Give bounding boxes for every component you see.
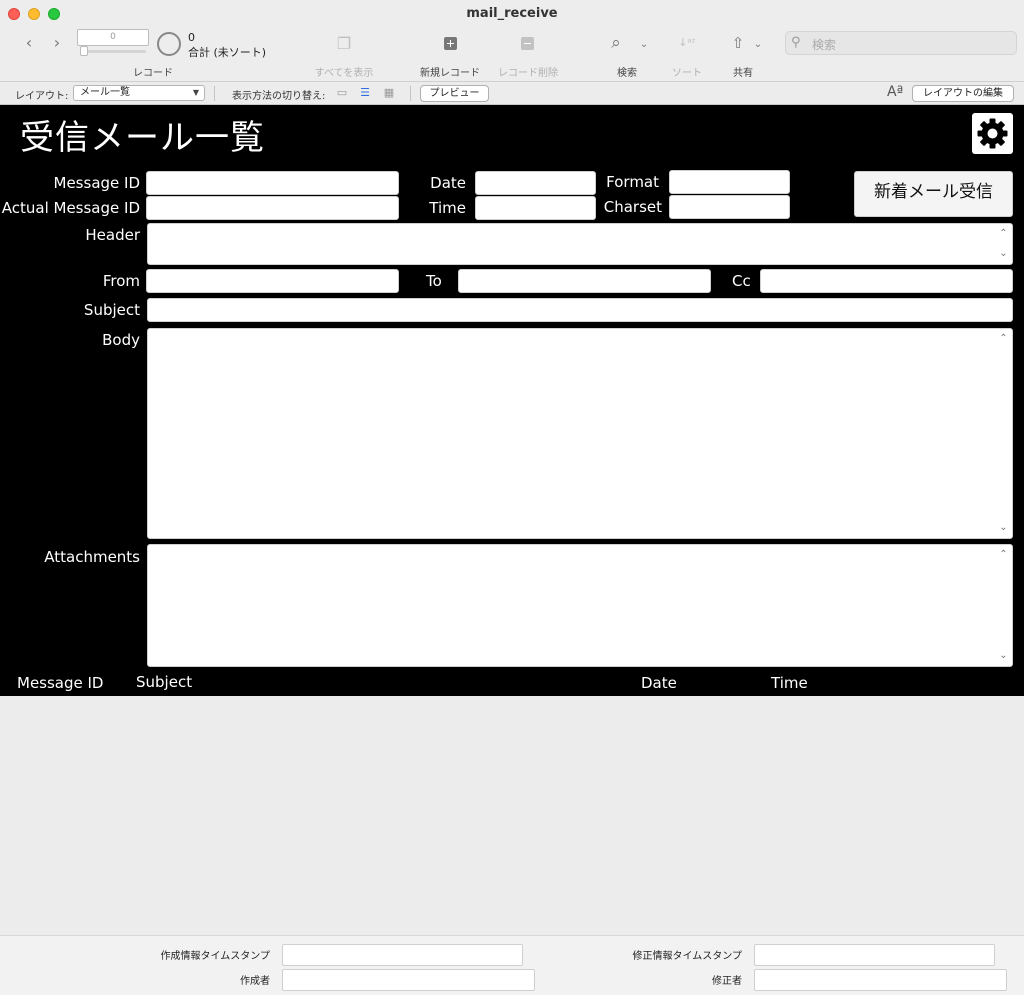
body-field[interactable]: ⌃ ⌄ <box>147 328 1013 539</box>
chevron-down-icon: ▼ <box>192 88 199 97</box>
show-all-icon: ❐ <box>336 34 352 53</box>
chevron-left-icon[interactable]: ‹ <box>20 33 38 53</box>
minus-icon <box>521 37 534 50</box>
page-title: 受信メール一覧 <box>20 118 265 158</box>
list-header-time: Time <box>771 674 808 692</box>
list-header-subject: Subject <box>136 673 193 691</box>
view-switch-label: 表示方法の切り替え: <box>232 91 326 102</box>
show-all-button[interactable]: すべてを表示 <box>304 64 384 79</box>
sort-button[interactable]: ソート <box>662 64 712 79</box>
cc-field[interactable] <box>760 269 1013 293</box>
chevron-right-icon[interactable]: › <box>48 33 66 53</box>
time-label: Time <box>429 199 466 217</box>
layout-select[interactable]: メール一覧 ▼ <box>73 85 205 101</box>
attachments-label: Attachments <box>44 548 140 566</box>
charset-label: Charset <box>603 198 662 216</box>
list-header-date: Date <box>641 674 677 692</box>
scroll-up-icon[interactable]: ⌃ <box>996 548 1011 562</box>
search-placeholder: 検索 <box>812 38 837 52</box>
divider <box>214 86 215 101</box>
scroll-up-icon[interactable]: ⌃ <box>996 332 1011 346</box>
record-progress-ring <box>157 32 181 56</box>
modified-timestamp-field[interactable] <box>754 944 995 966</box>
share-icon[interactable]: ⇧ <box>728 33 748 53</box>
charset-field[interactable] <box>669 195 790 219</box>
gear-icon <box>977 118 1008 149</box>
from-label: From <box>102 272 140 290</box>
created-timestamp-field[interactable] <box>282 944 523 966</box>
subject-field[interactable] <box>147 298 1013 322</box>
preview-button[interactable]: プレビュー <box>420 85 489 102</box>
scroll-down-icon[interactable]: ⌄ <box>996 649 1011 663</box>
from-field[interactable] <box>146 269 399 293</box>
time-field[interactable] <box>475 196 596 220</box>
header-label: Header <box>85 226 140 244</box>
message-id-label: Message ID <box>53 174 140 192</box>
find-button[interactable]: 検索 <box>602 64 652 79</box>
delete-record-button[interactable]: レコード削除 <box>488 64 568 79</box>
cc-label: Cc <box>732 272 751 290</box>
modifier-label: 修正者 <box>712 976 742 987</box>
record-count: 0 <box>188 31 195 44</box>
share-button[interactable]: 共有 <box>718 64 768 79</box>
settings-button[interactable] <box>972 113 1013 154</box>
chevron-down-icon[interactable]: ⌄ <box>637 35 651 55</box>
actual-message-id-field[interactable] <box>146 196 399 220</box>
layout-label: レイアウト: <box>15 91 69 102</box>
format-label: Format <box>606 173 659 191</box>
search-icon: ⚲ <box>791 35 801 50</box>
modified-timestamp-label: 修正情報タイムスタンプ <box>632 951 743 962</box>
divider <box>410 86 411 101</box>
list-header-message-id: Message ID <box>17 674 104 692</box>
form-view-icon[interactable]: ▭ <box>335 86 349 99</box>
scroll-down-icon[interactable]: ⌄ <box>996 521 1011 535</box>
chevron-down-icon[interactable]: ⌄ <box>751 35 765 55</box>
window-title: mail_receive <box>466 6 558 21</box>
body-label: Body <box>102 331 140 349</box>
receive-new-mail-button[interactable]: 新着メール受信 <box>854 171 1013 217</box>
attachments-field[interactable]: ⌃ ⌄ <box>147 544 1013 667</box>
edit-layout-button[interactable]: レイアウトの編集 <box>912 85 1014 102</box>
plus-icon <box>444 37 457 50</box>
header-field[interactable]: ⌃ ⌄ <box>147 223 1013 265</box>
record-slider-handle[interactable] <box>80 46 88 56</box>
format-field[interactable] <box>669 170 790 194</box>
subject-label: Subject <box>83 301 140 319</box>
record-slider[interactable] <box>80 50 146 53</box>
record-number-field[interactable]: 0 <box>77 29 149 46</box>
sort-state: 合計 (未ソート) <box>188 46 267 59</box>
to-field[interactable] <box>458 269 711 293</box>
font-size-icon[interactable]: Aª <box>887 84 903 100</box>
magnifier-icon[interactable]: ⌕ <box>606 33 626 53</box>
date-label: Date <box>430 174 466 192</box>
record-label: レコード <box>133 68 173 79</box>
layout-select-value: メール一覧 <box>80 87 130 98</box>
created-timestamp-label: 作成情報タイムスタンプ <box>160 951 271 962</box>
list-view-icon[interactable]: ☰ <box>358 86 372 99</box>
message-id-field[interactable] <box>146 171 399 195</box>
creator-field[interactable] <box>282 969 535 991</box>
creator-label: 作成者 <box>240 976 270 987</box>
scroll-up-icon[interactable]: ⌃ <box>996 227 1011 241</box>
actual-message-id-label: Actual Message ID <box>1 199 140 217</box>
modifier-field[interactable] <box>754 969 1007 991</box>
new-record-button[interactable]: 新規レコード <box>410 64 490 79</box>
date-field[interactable] <box>475 171 596 195</box>
table-view-icon[interactable]: ▦ <box>382 86 396 99</box>
layout-bar: レイアウト: メール一覧 ▼ 表示方法の切り替え: ▭ ☰ ▦ プレビュー Aª… <box>0 81 1024 105</box>
to-label: To <box>426 272 442 290</box>
sort-az-icon: ↓ᵃᶻ <box>678 36 696 49</box>
scroll-down-icon[interactable]: ⌄ <box>996 247 1011 261</box>
toolbar-search-input[interactable]: ⚲ 検索 <box>785 31 1017 55</box>
